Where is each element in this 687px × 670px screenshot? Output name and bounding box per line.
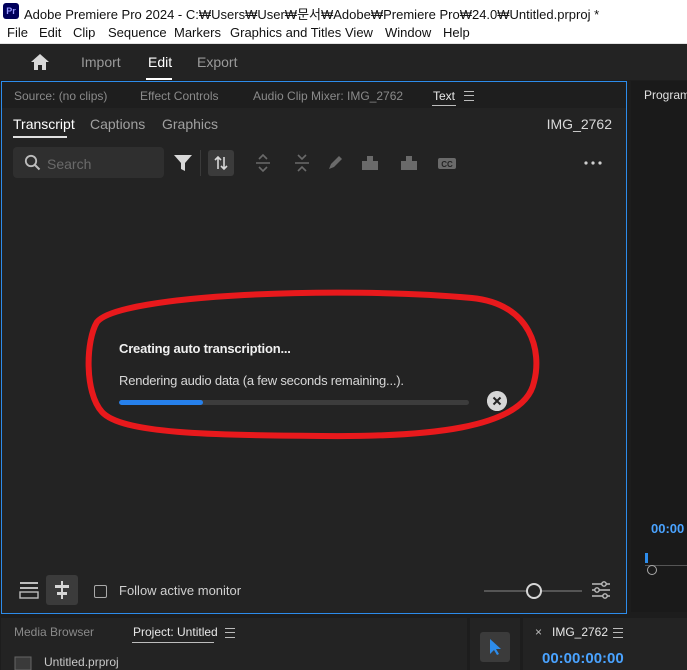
text-panel: Source: (no clips) Effect Controls Audio… — [1, 81, 627, 614]
align-center-icon — [55, 581, 69, 599]
workspace-tab-import[interactable]: Import — [81, 54, 121, 70]
tab-program[interactable]: Program — [644, 88, 687, 102]
progress-message: Rendering audio data (a few seconds rema… — [119, 373, 404, 388]
follow-monitor-checkbox[interactable] — [94, 585, 107, 598]
toolbar-divider — [200, 150, 201, 176]
search-icon — [24, 154, 41, 171]
progress-title: Creating auto transcription... — [119, 341, 291, 356]
playhead-marker[interactable] — [645, 553, 648, 563]
program-monitor-panel: Program 00:00 — [631, 81, 687, 612]
selection-arrow-icon — [490, 639, 501, 655]
menu-graphics-and-titles[interactable]: Graphics and Titles — [230, 25, 341, 40]
closed-captions-icon[interactable]: CC — [434, 150, 460, 176]
panel-menu-icon[interactable] — [464, 91, 474, 101]
menu-edit[interactable]: Edit — [39, 25, 61, 40]
tab-source[interactable]: Source: (no clips) — [14, 89, 107, 103]
menu-sequence[interactable]: Sequence — [108, 25, 167, 40]
search-input[interactable] — [45, 147, 161, 180]
menu-markers[interactable]: Markers — [174, 25, 221, 40]
active-tab-indicator — [432, 105, 456, 106]
expand-icon[interactable] — [250, 150, 276, 176]
window-title: Adobe Premiere Pro 2024 - C:₩Users₩User₩… — [24, 7, 600, 22]
align-view-button[interactable] — [46, 575, 78, 605]
tools-panel — [470, 618, 520, 670]
transcript-view-icon[interactable] — [18, 579, 40, 601]
progress-bar-fill — [119, 400, 203, 405]
clip-name: IMG_2762 — [546, 116, 612, 132]
scroll-handle[interactable] — [647, 565, 657, 575]
menu-bar: File Edit Clip Sequence Markers Graphics… — [0, 23, 687, 44]
timeline-panel-menu-icon[interactable] — [613, 628, 623, 638]
active-tab-indicator — [146, 78, 172, 80]
program-timecode[interactable]: 00:00 — [651, 521, 684, 536]
svg-text:CC: CC — [441, 160, 453, 169]
project-file-name[interactable]: Untitled.prproj — [44, 655, 119, 669]
menu-view[interactable]: View — [345, 25, 373, 40]
workspace-tab-export[interactable]: Export — [197, 54, 237, 70]
progress-bar — [119, 400, 469, 405]
premiere-logo-icon: Pr — [3, 3, 19, 19]
subtab-graphics[interactable]: Graphics — [162, 116, 218, 132]
zoom-slider-handle[interactable] — [526, 583, 542, 599]
timeline-panel: × IMG_2762 00:00:00:00 — [523, 618, 687, 670]
tab-effect-controls[interactable]: Effect Controls — [140, 89, 218, 103]
project-panel-menu-icon[interactable] — [225, 628, 235, 638]
panel-tab-bar: Source: (no clips) Effect Controls Audio… — [2, 82, 626, 108]
speaker-settings-icon[interactable] — [396, 150, 422, 176]
menu-help[interactable]: Help — [443, 25, 470, 40]
search-box[interactable] — [13, 147, 164, 180]
menu-window[interactable]: Window — [385, 25, 431, 40]
selection-tool-button[interactable] — [480, 632, 510, 662]
home-icon[interactable] — [30, 53, 50, 71]
workspace-tab-edit[interactable]: Edit — [148, 54, 172, 70]
edit-pencil-icon[interactable] — [322, 150, 348, 176]
menu-clip[interactable]: Clip — [73, 25, 95, 40]
workspace-bar: Import Edit Export — [0, 44, 687, 80]
tab-media-browser[interactable]: Media Browser — [14, 625, 94, 639]
subtab-transcript[interactable]: Transcript — [13, 116, 75, 132]
tab-text[interactable]: Text — [433, 89, 455, 103]
project-panel: Media Browser Project: Untitled Untitled… — [1, 618, 467, 670]
sync-transcript-icon[interactable] — [208, 150, 234, 176]
collapse-icon[interactable] — [289, 150, 315, 176]
menu-file[interactable]: File — [7, 25, 28, 40]
more-options-icon[interactable] — [580, 150, 606, 176]
subtab-indicator — [13, 136, 67, 138]
tab-timeline-sequence[interactable]: IMG_2762 — [552, 625, 608, 639]
project-file-icon — [14, 656, 32, 670]
filter-icon[interactable] — [170, 150, 196, 176]
timeline-timecode[interactable]: 00:00:00:00 — [542, 650, 624, 667]
active-tab-indicator — [132, 642, 214, 643]
cancel-transcription-icon[interactable] — [487, 391, 507, 411]
tab-project[interactable]: Project: Untitled — [133, 625, 218, 639]
tab-audio-clip-mixer[interactable]: Audio Clip Mixer: IMG_2762 — [253, 89, 403, 103]
speaker-icon[interactable] — [357, 150, 383, 176]
settings-sliders-icon[interactable] — [590, 580, 612, 600]
title-bar: Pr Adobe Premiere Pro 2024 - C:₩Users₩Us… — [0, 0, 687, 23]
subtab-captions[interactable]: Captions — [90, 116, 145, 132]
close-timeline-icon[interactable]: × — [535, 625, 542, 639]
follow-monitor-label: Follow active monitor — [119, 583, 242, 598]
